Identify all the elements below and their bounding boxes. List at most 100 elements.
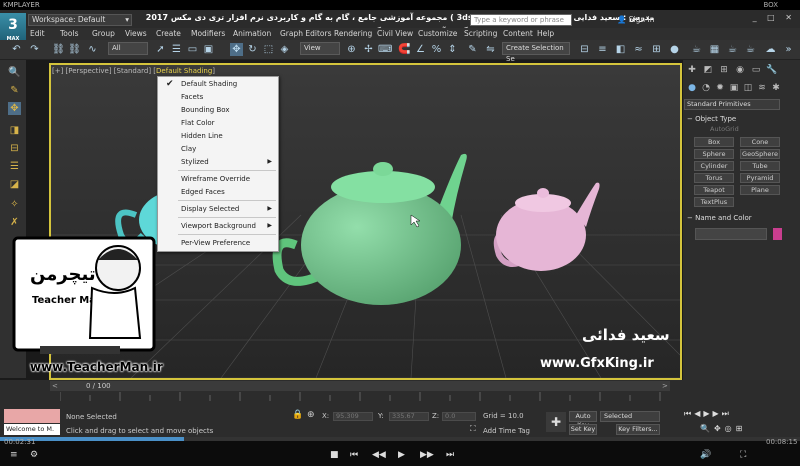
display-tool-icon[interactable]: ◪	[8, 178, 21, 191]
graphite-icon[interactable]: ◧	[614, 43, 627, 56]
player-forward-icon[interactable]: ▶▶	[420, 449, 434, 461]
schematic-icon[interactable]: ⊞	[650, 43, 663, 56]
time-slider[interactable]	[50, 381, 670, 391]
manipulate-icon[interactable]: ✢	[362, 43, 375, 56]
viewport-label-shading[interactable]: Default Shading	[156, 67, 212, 75]
box-button[interactable]: BOX	[763, 0, 778, 10]
mirror-icon[interactable]: ⇋	[484, 43, 497, 56]
explorer-icon[interactable]: 🔍	[8, 66, 21, 79]
teapot-green[interactable]	[272, 153, 467, 305]
render-setup-icon[interactable]: ☕	[690, 43, 703, 56]
set-key-button[interactable]: Set Key	[569, 424, 597, 435]
window-controls[interactable]: _ □ ✕	[753, 12, 796, 24]
hierarchy-tool-icon[interactable]: ⊟	[8, 142, 21, 155]
key-mode-dropdown[interactable]: Selected	[600, 411, 660, 422]
z-coordinate-field[interactable]: 0.0	[442, 412, 476, 421]
spinner-snap-icon[interactable]: ⇕	[446, 43, 459, 56]
angle-snap-icon[interactable]: ∠	[414, 43, 427, 56]
a360-icon[interactable]: ☁	[764, 43, 777, 56]
select-by-name-icon[interactable]: ☰	[170, 43, 183, 56]
player-prev-icon[interactable]: ⏮	[350, 449, 358, 461]
timeline-ruler[interactable]	[60, 392, 668, 401]
menu-scripting[interactable]: Scripting	[464, 28, 497, 40]
app-logo[interactable]: 3 MAX	[0, 13, 26, 43]
teapot-button[interactable]: Teapot	[694, 185, 734, 195]
time-slider-next-icon[interactable]: >	[662, 381, 668, 391]
curve-editor-icon[interactable]: ≈	[632, 43, 645, 56]
menu-create[interactable]: Create	[156, 28, 181, 40]
torus-button[interactable]: Torus	[694, 173, 734, 183]
select-tool-icon[interactable]: ✎	[8, 84, 21, 97]
player-menu-icon[interactable]: ≡	[10, 449, 18, 461]
menu-group[interactable]: Group	[92, 28, 115, 40]
menu-item-clay[interactable]: Clay	[158, 143, 278, 155]
tube-button[interactable]: Tube	[740, 161, 780, 171]
geosphere-button[interactable]: GeoSphere	[740, 149, 780, 159]
modify-tab-icon[interactable]: ◩	[702, 64, 714, 76]
material-editor-icon[interactable]: ●	[668, 43, 681, 56]
redo-icon[interactable]: ↷	[28, 43, 41, 56]
toolbar-more-icon[interactable]: »	[782, 43, 795, 56]
move-tool-icon[interactable]: ✥	[8, 102, 21, 115]
menu-views[interactable]: Views	[125, 28, 147, 40]
search-input[interactable]: Type a keyword or phrase	[470, 14, 572, 26]
rect-selection-icon[interactable]: ▭	[186, 43, 199, 56]
systems-icon[interactable]: ✱	[770, 82, 782, 94]
snap-tool-icon[interactable]: ✧	[8, 198, 21, 211]
player-stop-icon[interactable]: ■	[330, 449, 339, 461]
window-crossing-icon[interactable]: ▣	[202, 43, 215, 56]
maxscript-listener-strip[interactable]	[4, 409, 60, 423]
unlink-icon[interactable]: ⛓	[68, 43, 81, 56]
motion-tab-icon[interactable]: ◉	[734, 64, 746, 76]
rendered-frame-icon[interactable]: ▦	[708, 43, 721, 56]
render-icon[interactable]: ☕	[726, 43, 739, 56]
playback-controls[interactable]: ⏮◀▶▶⏭	[684, 409, 732, 419]
keyboard-shortcut-icon[interactable]: ⌨	[378, 43, 392, 56]
select-and-rotate-icon[interactable]: ↻	[246, 43, 259, 56]
lights-icon[interactable]: ✹	[714, 82, 726, 94]
maxscript-mini-listener[interactable]: Welcome to M.	[4, 424, 60, 435]
menu-item-per-view-preference[interactable]: Per-View Preference	[158, 237, 278, 249]
key-filters-button[interactable]: Key Filters...	[616, 424, 660, 435]
menu-rendering[interactable]: Rendering	[334, 28, 372, 40]
object-type-rollout-header[interactable]: − Object Type	[687, 114, 781, 124]
sphere-button[interactable]: Sphere	[694, 149, 734, 159]
bind-spacewarp-icon[interactable]: ∿	[86, 43, 99, 56]
create-tab-icon[interactable]: ✚	[686, 64, 698, 76]
sign-in-button[interactable]: 👤 Sign In	[617, 14, 654, 26]
auto-key-button[interactable]: Auto Key	[569, 411, 597, 429]
spacewarps-icon[interactable]: ≋	[756, 82, 768, 94]
menu-item-viewport-background[interactable]: Viewport Background ▶	[158, 220, 278, 232]
select-object-icon[interactable]: ➚	[154, 43, 167, 56]
selection-filter-dropdown[interactable]: All	[108, 42, 148, 55]
set-key-icon[interactable]: ✚	[546, 412, 566, 432]
select-and-move-icon[interactable]: ✥	[230, 43, 243, 56]
menu-graph-editors[interactable]: Graph Editors	[280, 28, 332, 40]
player-play-icon[interactable]: ▶	[398, 449, 405, 461]
menu-item-bounding-box[interactable]: Bounding Box	[158, 104, 278, 116]
reference-coord-dropdown[interactable]: View	[300, 42, 340, 55]
cylinder-button[interactable]: Cylinder	[694, 161, 734, 171]
player-rewind-icon[interactable]: ◀◀	[372, 449, 386, 461]
menu-item-flat-color[interactable]: Flat Color	[158, 117, 278, 129]
menu-item-facets[interactable]: Facets	[158, 91, 278, 103]
menu-civil-view[interactable]: Civil View	[377, 28, 413, 40]
edit-named-sets-icon[interactable]: ✎	[466, 43, 479, 56]
align-icon[interactable]: ⊟	[578, 43, 591, 56]
plane-button[interactable]: Plane	[740, 185, 780, 195]
pyramid-button[interactable]: Pyramid	[740, 173, 780, 183]
menu-tools[interactable]: Tools	[60, 28, 78, 40]
menu-help[interactable]: Help	[537, 28, 554, 40]
textplus-button[interactable]: TextPlus	[694, 197, 734, 207]
geometry-icon[interactable]: ●	[686, 82, 698, 94]
viewport-label[interactable]: [+] [Perspective] [Standard] [Default Sh…	[52, 66, 215, 76]
viewport-nav-controls[interactable]: 🔍✥◎⊞	[700, 424, 746, 434]
player-settings-icon[interactable]: ⚙	[30, 449, 38, 461]
player-next-icon[interactable]: ⏭	[446, 449, 454, 461]
select-and-scale-icon[interactable]: ⬚	[262, 43, 275, 56]
autogrid-checkbox[interactable]: AutoGrid	[710, 125, 739, 134]
menu-item-default-shading[interactable]: Default Shading	[158, 78, 278, 90]
undo-icon[interactable]: ↶	[10, 43, 23, 56]
primitive-type-dropdown[interactable]: Standard Primitives	[684, 99, 780, 110]
menu-item-display-selected[interactable]: Display Selected ▶	[158, 203, 278, 215]
